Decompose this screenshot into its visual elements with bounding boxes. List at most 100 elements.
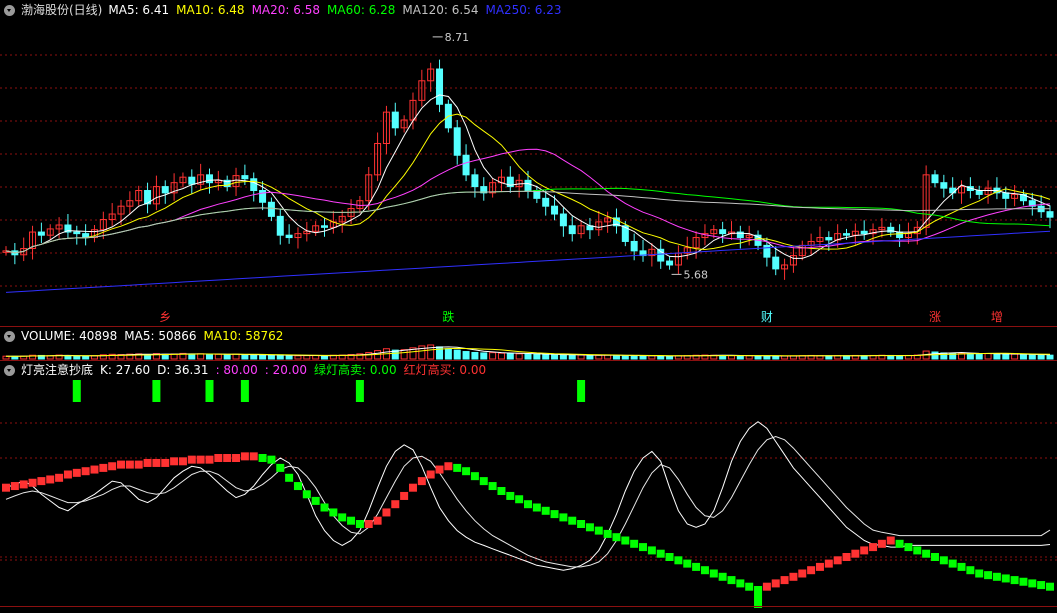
volume-bar xyxy=(551,354,559,360)
green-signal-bar xyxy=(205,380,214,402)
price-panel[interactable]: 8.71 5.68 乡 跌 财 涨 增 渤海股份(日线) MA5: 6.41 MA10: 6.… xyxy=(0,0,1057,326)
price_header-legend-item: MA5: 6.41 xyxy=(108,3,170,17)
green-signal-bar xyxy=(152,380,161,402)
volume_header-legend-item: MA5: 50866 xyxy=(124,329,197,343)
step-square xyxy=(559,513,568,522)
step-square xyxy=(815,562,824,571)
volume-bar xyxy=(82,355,90,360)
step-square xyxy=(152,458,161,467)
volume-bar xyxy=(267,354,275,360)
step-square xyxy=(72,468,81,477)
event-marker: 乡 xyxy=(159,310,171,324)
volume-panel[interactable]: VOLUME: 40898 MA5: 50866 MA10: 58762 xyxy=(0,326,1057,360)
step-square xyxy=(55,473,64,482)
step-square xyxy=(745,582,754,591)
ma120-line xyxy=(5,190,1050,254)
step-square xyxy=(223,454,232,462)
step-square xyxy=(99,463,108,472)
step-square xyxy=(117,460,126,469)
volume_header-legend-item: VOLUME: 40898 xyxy=(21,329,118,343)
volume-bar xyxy=(966,353,974,360)
dropdown-icon[interactable] xyxy=(4,330,15,342)
step-square xyxy=(762,582,771,591)
volume-bar xyxy=(772,355,780,360)
dropdown-icon[interactable] xyxy=(4,364,15,376)
step-square xyxy=(568,516,577,525)
step-square xyxy=(1010,576,1019,585)
stock-title: 渤海股份(日线) xyxy=(21,3,103,17)
step-square xyxy=(462,467,471,476)
step-square xyxy=(364,520,373,528)
step-square xyxy=(886,536,895,545)
step-square xyxy=(966,566,975,575)
candle-body xyxy=(542,197,550,207)
candle-body xyxy=(73,231,81,235)
volume-bar xyxy=(1037,354,1045,360)
volume-bar xyxy=(727,355,735,360)
step-square xyxy=(81,467,90,476)
step-square xyxy=(957,562,966,571)
volume-bar xyxy=(303,355,311,360)
step-square xyxy=(869,543,878,552)
volume-bar xyxy=(214,353,222,360)
event-marker: 财 xyxy=(761,310,773,324)
volume-bar xyxy=(506,353,514,360)
volume-bar xyxy=(1028,354,1036,360)
step-square xyxy=(497,487,506,495)
ma20-line xyxy=(5,148,1051,254)
step-square xyxy=(267,455,276,464)
volume-bar xyxy=(285,355,293,360)
volume-bar xyxy=(462,351,470,360)
step-square xyxy=(373,516,382,525)
step-square xyxy=(170,457,179,466)
step-square xyxy=(408,483,417,492)
volume-bar xyxy=(90,355,98,360)
candle-body xyxy=(259,190,267,203)
step-square xyxy=(975,569,984,578)
volume-bar xyxy=(188,353,196,360)
step-square xyxy=(718,572,727,581)
volume-bar xyxy=(497,352,505,360)
indicator_header-legend-item: 灯亮注意抄底 xyxy=(21,363,94,377)
candle-body xyxy=(931,174,939,184)
step-square xyxy=(187,455,196,464)
indicator_header-legend-item: 绿灯高卖: 0.00 xyxy=(314,363,397,377)
event-marker: 跌 xyxy=(442,309,454,324)
step-square xyxy=(939,556,948,565)
volume-bar xyxy=(577,354,585,360)
step-square xyxy=(470,472,479,481)
step-square xyxy=(161,458,170,467)
price-chart[interactable]: 8.71 5.68 乡 跌 财 涨 增 xyxy=(0,0,1057,326)
step-square xyxy=(1028,579,1037,588)
volume-bar xyxy=(489,352,497,360)
candle-body xyxy=(630,240,638,252)
step-square xyxy=(196,455,205,464)
indicator_header-legend-item: : 20.00 xyxy=(264,363,307,377)
step-square xyxy=(232,454,241,462)
step-square xyxy=(276,463,285,472)
volume-bar xyxy=(736,355,744,360)
indicator_header-legend-item: 红灯高买: 0.00 xyxy=(403,363,487,377)
volume-bar xyxy=(471,351,479,360)
dropdown-icon[interactable] xyxy=(4,4,15,16)
step-square xyxy=(515,495,524,504)
step-square xyxy=(824,559,833,568)
step-square xyxy=(842,553,851,561)
step-square xyxy=(143,458,152,467)
step-square xyxy=(1046,582,1054,591)
bottom-border xyxy=(0,606,1057,607)
volume-bar xyxy=(975,353,983,360)
step-square xyxy=(258,454,267,462)
indicator-panel[interactable]: 灯亮注意抄底 K: 27.60 D: 36.31: 80.00: 20.00 绿灯高卖… xyxy=(0,360,1057,613)
volume-bar xyxy=(400,349,408,360)
green-signal-bar xyxy=(72,380,81,402)
price_header-legend-item: MA250: 6.23 xyxy=(485,3,562,17)
step-square xyxy=(329,508,338,517)
price_header-legend-item: MA10: 6.48 xyxy=(176,3,245,17)
indicator-chart[interactable] xyxy=(0,360,1057,613)
candle-body xyxy=(975,190,983,195)
candle-body xyxy=(462,154,470,176)
step-square xyxy=(736,579,745,588)
step-square xyxy=(904,543,913,552)
volume-bar xyxy=(1002,353,1010,360)
